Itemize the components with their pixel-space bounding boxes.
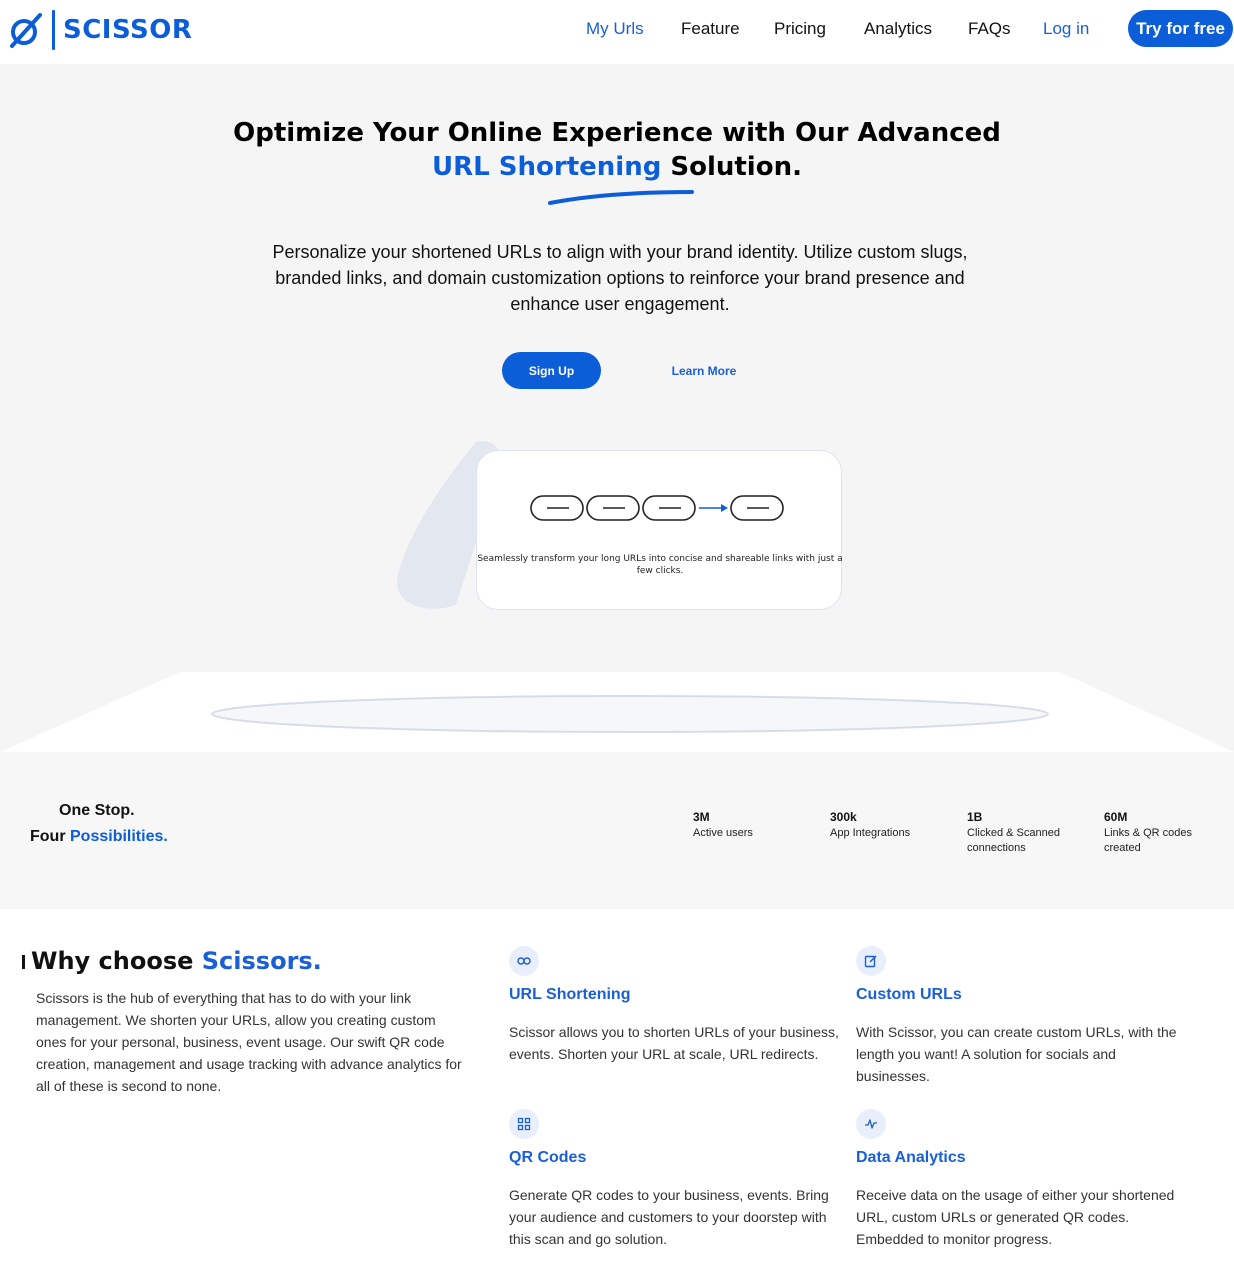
- stat-item: 3M Active users: [693, 810, 803, 841]
- scissor-logo-icon: [10, 13, 42, 48]
- why-choose-section: Why choose Scissors. Scissors is the hub…: [0, 909, 1234, 1269]
- stat-value: 300k: [830, 810, 857, 824]
- try-for-free-button[interactable]: Try for free: [1128, 10, 1233, 47]
- feature-title: QR Codes: [509, 1149, 587, 1166]
- stat-value: 3M: [693, 810, 710, 824]
- hero-platform-shape: [0, 672, 1234, 752]
- hero-title-highlight: URL Shortening: [432, 152, 662, 182]
- why-description: Scissors is the hub of everything that h…: [36, 990, 462, 1094]
- stats-heading-plain: Four: [30, 828, 70, 845]
- stats-heading-highlight: Possibilities.: [70, 828, 168, 845]
- feature-data-analytics: Data Analytics Receive data on the usage…: [856, 1109, 1191, 1259]
- logo-divider: [52, 10, 55, 50]
- nav-faqs[interactable]: FAQs: [968, 19, 1011, 39]
- edit-icon: [856, 946, 886, 976]
- stat-value: 1B: [967, 810, 983, 824]
- link-icon: [509, 946, 539, 976]
- hero-description: Personalize your shortened URLs to align…: [272, 242, 968, 314]
- nav-analytics[interactable]: Analytics: [864, 19, 932, 39]
- stats-heading-line2: Four Possibilities.: [30, 828, 168, 846]
- chain-link-illustration: [530, 495, 784, 521]
- stat-item: 60M Links & QR codes created: [1104, 810, 1204, 856]
- stat-label: Active users: [693, 827, 753, 839]
- stat-item: 1B Clicked & Scanned connections: [967, 810, 1067, 856]
- stat-item: 300k App Integrations: [830, 810, 940, 841]
- learn-more-link[interactable]: Learn More: [660, 352, 748, 389]
- stat-label: Links & QR codes created: [1104, 827, 1193, 854]
- hero-illustration-card: Seamlessly transform your long URLs into…: [476, 450, 843, 610]
- brand-name: SCISSOR: [63, 15, 193, 45]
- feature-url-shortening: URL Shortening Scissor allows you to sho…: [509, 946, 844, 1096]
- feature-text: Receive data on the usage of either your…: [856, 1187, 1175, 1247]
- activity-icon: [856, 1109, 886, 1139]
- why-title-plain: Why choose: [31, 947, 202, 975]
- sign-up-button[interactable]: Sign Up: [502, 352, 601, 389]
- feature-text: Scissor allows you to shorten URLs of yo…: [509, 1024, 839, 1062]
- nav-login[interactable]: Log in: [1043, 19, 1089, 39]
- card-caption: Seamlessly transform your long URLs into…: [477, 554, 843, 576]
- hero-section: Optimize Your Online Experience with Our…: [0, 64, 1234, 752]
- feature-title: Data Analytics: [856, 1149, 966, 1166]
- nav-feature[interactable]: Feature: [681, 19, 740, 39]
- stats-section: One Stop. Four Possibilities. 3M Active …: [0, 752, 1234, 909]
- why-title: Why choose Scissors.: [31, 947, 322, 975]
- top-navbar: SCISSOR My Urls Feature Pricing Analytic…: [0, 0, 1234, 64]
- feature-text: Generate QR codes to your business, even…: [509, 1187, 829, 1247]
- qr-code-icon: [509, 1109, 539, 1139]
- feature-title: URL Shortening: [509, 986, 631, 1003]
- nav-my-urls[interactable]: My Urls: [586, 19, 644, 39]
- feature-text: With Scissor, you can create custom URLs…: [856, 1024, 1177, 1084]
- stat-label: Clicked & Scanned connections: [967, 827, 1060, 854]
- stat-value: 60M: [1104, 810, 1128, 824]
- feature-title: Custom URLs: [856, 986, 962, 1003]
- hero-title: Optimize Your Online Experience with Our…: [0, 116, 1234, 184]
- nav-pricing[interactable]: Pricing: [774, 19, 826, 39]
- why-title-highlight: Scissors.: [201, 947, 322, 975]
- stat-label: App Integrations: [830, 827, 911, 839]
- title-underline-stroke: [548, 190, 694, 205]
- stats-heading-line1: One Stop.: [59, 802, 135, 819]
- hero-title-end: Solution.: [661, 152, 802, 182]
- feature-qr-codes: QR Codes Generate QR codes to your busin…: [509, 1109, 844, 1259]
- section-accent-mark: [22, 955, 25, 969]
- brand-logo[interactable]: SCISSOR: [6, 8, 192, 52]
- hero-title-line1: Optimize Your Online Experience with Our…: [233, 118, 1001, 148]
- feature-custom-urls: Custom URLs With Scissor, you can create…: [856, 946, 1191, 1096]
